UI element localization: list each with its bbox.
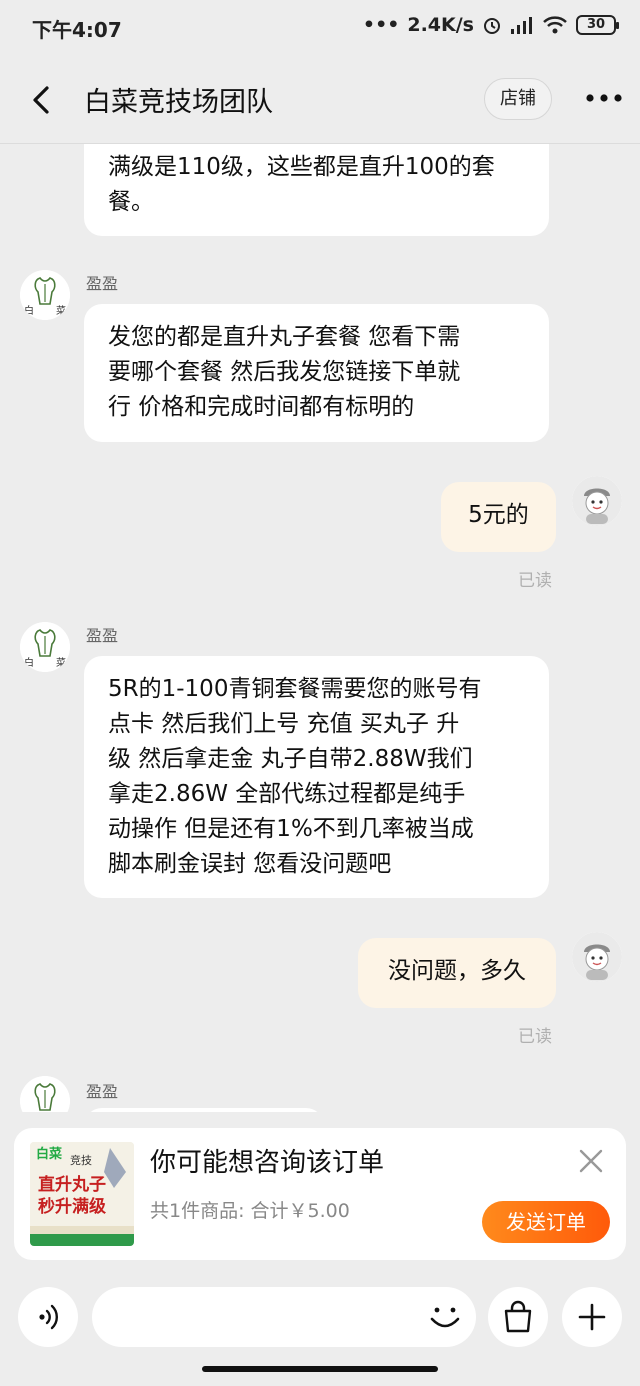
home-indicator: [202, 1366, 438, 1372]
product-image: 白菜 竞技 直升丸子 秒升满级: [30, 1142, 134, 1246]
svg-text:白: 白: [24, 656, 34, 669]
send-order-button[interactable]: 发送订单: [482, 1201, 610, 1243]
cabbage-avatar-icon: [20, 1076, 70, 1112]
avatar[interactable]: 白 菜: [20, 622, 70, 672]
chat-title: 白菜竞技场团队: [84, 87, 273, 118]
message-bubble[interactable]: 发您的都是直升丸子套餐 您看下需 要哪个套餐 然后我发您链接下单就 行 价格和完…: [84, 304, 549, 442]
thumb-brand: 白菜: [36, 1146, 62, 1162]
svg-text:白: 白: [24, 304, 34, 317]
message-line: 5R的1-100青铜套餐需要您的账号有: [108, 676, 482, 702]
close-icon[interactable]: [578, 1148, 604, 1174]
message-text: 5元的: [468, 502, 529, 528]
chevron-left-icon[interactable]: [24, 82, 60, 118]
dots-icon: •••: [362, 14, 400, 36]
my-message-bubble[interactable]: 5元的: [441, 482, 556, 552]
read-status: 已读: [518, 1027, 552, 1047]
status-time: 下午4:07: [32, 18, 122, 42]
read-status: 已读: [518, 571, 552, 591]
shop-bag-button[interactable]: [488, 1287, 548, 1347]
product-thumbnail[interactable]: 白菜 竞技 直升丸子 秒升满级: [30, 1142, 134, 1246]
wifi-icon: [543, 16, 567, 34]
voice-icon: [39, 1304, 58, 1330]
message-line: 满级是110级，这些都是直升100的套: [108, 154, 495, 180]
message-bubble[interactable]: 5R的1-100青铜套餐需要您的账号有 点卡 然后我们上号 充值 买丸子 升 级…: [84, 656, 549, 898]
message-input[interactable]: [92, 1287, 476, 1347]
shop-button[interactable]: 店铺: [484, 78, 552, 120]
signal-icon: [511, 17, 532, 34]
battery-icon: 30: [576, 15, 619, 35]
message-list[interactable]: 满级是110级，这些都是直升100的套 餐。 白 菜 盈盈 发您的都是直升丸子套…: [0, 144, 640, 1112]
message-line: 餐。: [108, 189, 154, 215]
user-avatar-icon: [572, 476, 622, 526]
svg-text:菜: 菜: [56, 657, 66, 669]
message-line: 行 价格和完成时间都有标明的: [108, 394, 415, 420]
message-line: 要哪个套餐 然后我发您链接下单就: [108, 359, 461, 385]
sender-name: 盈盈: [86, 1082, 119, 1101]
alarm-icon: [484, 18, 500, 34]
order-title: 你可能想咨询该订单: [150, 1148, 385, 1178]
svg-text:菜: 菜: [56, 305, 66, 317]
network-speed: 2.4K/s: [407, 14, 474, 36]
avatar[interactable]: 白 菜: [20, 270, 70, 320]
status-bar: 下午4:07 ••• 2.4K/s 30: [0, 0, 640, 56]
thumb-line2: 秒升满级: [38, 1196, 106, 1217]
shopping-bag-icon: [504, 1300, 532, 1333]
status-indicators: ••• 2.4K/s 30: [362, 14, 619, 36]
message-line: 发您的都是直升丸子套餐 您看下需: [108, 324, 461, 350]
my-avatar[interactable]: [572, 932, 622, 982]
chat-header: 白菜竞技场团队 店铺: [0, 56, 640, 144]
my-message-bubble[interactable]: 没问题，多久: [358, 938, 556, 1008]
sender-name: 盈盈: [86, 274, 119, 293]
message-line: 动操作 但是还有1%不到几率被当成: [108, 816, 474, 842]
plus-icon: [578, 1303, 606, 1331]
my-avatar[interactable]: [572, 476, 622, 526]
message-bubble[interactable]: 满级是110级，这些都是直升100的套 餐。: [84, 144, 549, 236]
cabbage-avatar-icon: 白 菜: [20, 622, 70, 672]
input-bar: [0, 1272, 640, 1386]
order-suggestion-card[interactable]: 白菜 竞技 直升丸子 秒升满级 你可能想咨询该订单 共1件商品: 合计￥5.00…: [14, 1128, 626, 1260]
more-actions-button[interactable]: [562, 1287, 622, 1347]
sender-name: 盈盈: [86, 626, 119, 645]
order-summary: 共1件商品: 合计￥5.00: [150, 1200, 350, 1222]
message-line: 级 然后拿走金 丸子自带2.88W我们: [108, 746, 473, 772]
message-text: 没问题，多久: [388, 958, 526, 984]
message-line: 脚本刷金误封 您看没问题吧: [108, 851, 392, 877]
cabbage-avatar-icon: 白 菜: [20, 270, 70, 320]
more-dots-icon[interactable]: [584, 86, 624, 110]
avatar[interactable]: [20, 1076, 70, 1112]
message-line: 点卡 然后我们上号 充值 买丸子 升: [108, 711, 460, 737]
message-line: 拿走2.86W 全部代练过程都是纯手: [108, 781, 466, 807]
thumb-badge: 竞技: [70, 1153, 92, 1167]
voice-button[interactable]: [18, 1287, 78, 1347]
thumb-line1: 直升丸子: [38, 1174, 106, 1195]
user-avatar-icon: [572, 932, 622, 982]
smile-icon[interactable]: [425, 1297, 465, 1337]
message-bubble[interactable]: [84, 1108, 324, 1112]
